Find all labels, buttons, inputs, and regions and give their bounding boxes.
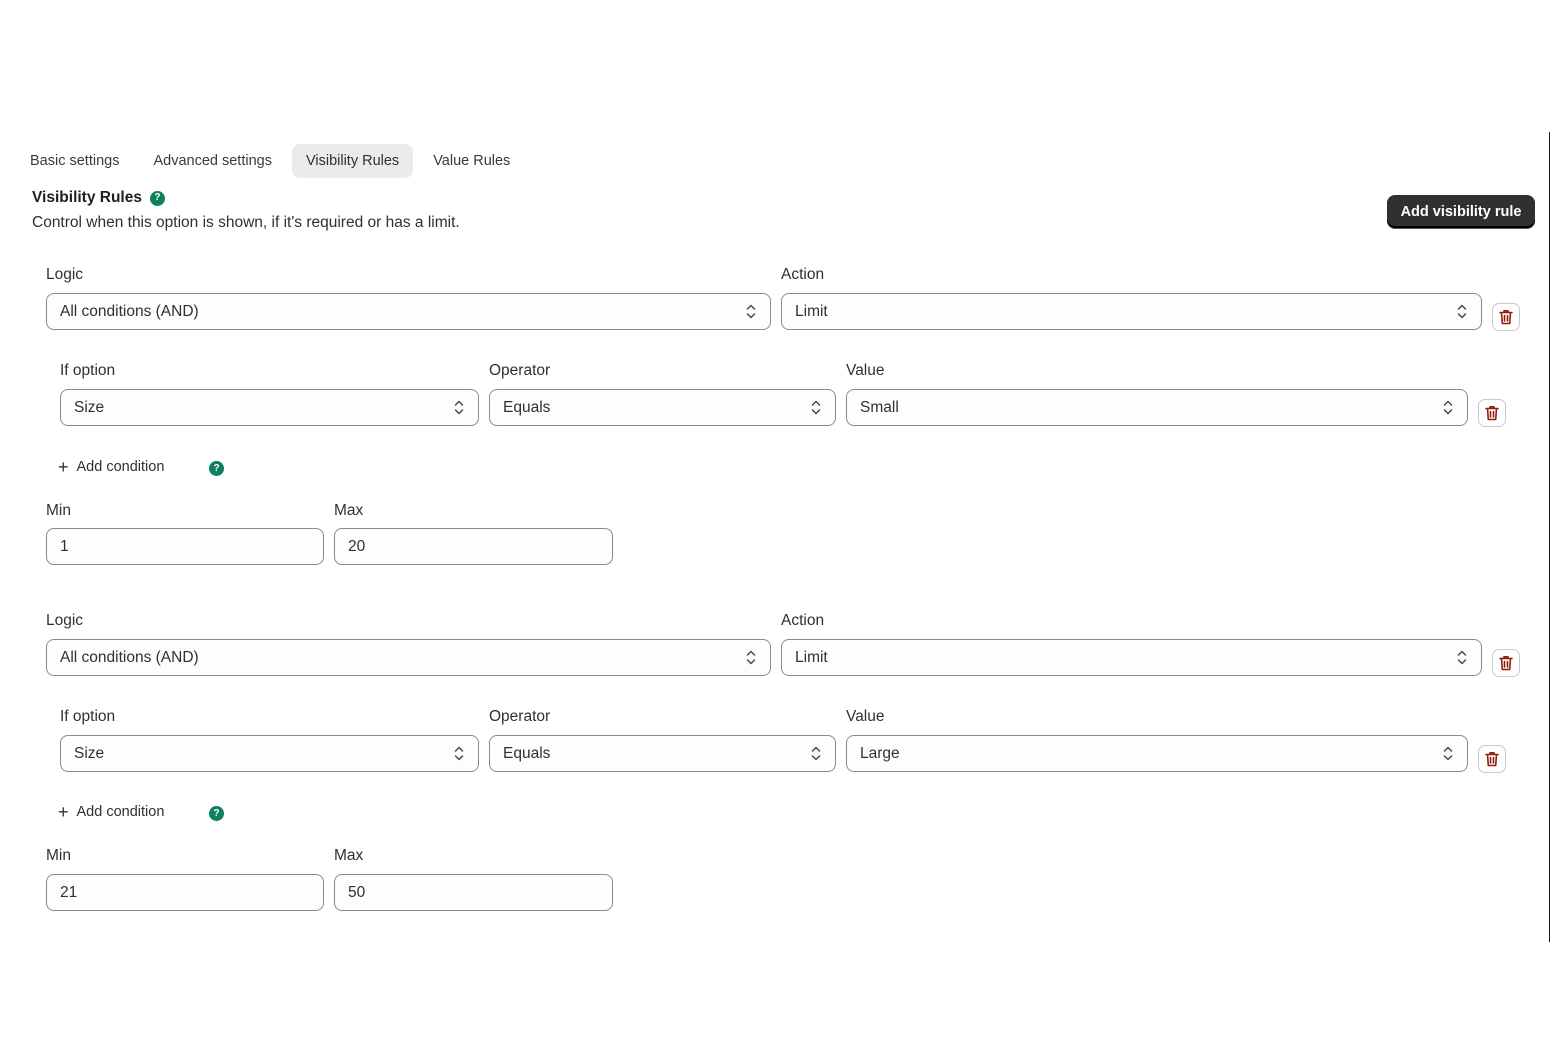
add-condition-label: Add condition: [76, 459, 165, 475]
max-input-value: 20: [348, 537, 366, 555]
action-select-value: Limit: [795, 648, 828, 666]
value-select[interactable]: Small: [846, 389, 1468, 426]
visibility-rule-2: Logic Action All conditions (AND) Limit …: [0, 609, 1555, 911]
delete-condition-button[interactable]: [1478, 399, 1506, 427]
chevron-up-down-icon: [1457, 650, 1467, 665]
delete-condition-button[interactable]: [1478, 745, 1506, 773]
min-input[interactable]: 21: [46, 874, 324, 911]
section-title: Visibility Rules: [32, 189, 142, 206]
if-option-value: Size: [74, 744, 105, 762]
action-select-value: Limit: [795, 302, 828, 320]
chevron-up-down-icon: [746, 304, 756, 319]
value-select-value: Large: [860, 744, 900, 762]
chevron-up-down-icon: [454, 400, 464, 415]
max-input-value: 50: [348, 883, 366, 901]
logic-select[interactable]: All conditions (AND): [46, 639, 771, 676]
trash-icon: [1485, 752, 1499, 767]
if-option-label: If option: [60, 708, 116, 725]
operator-select[interactable]: Equals: [489, 735, 836, 772]
chevron-up-down-icon: [1457, 304, 1467, 319]
min-input[interactable]: 1: [46, 528, 324, 565]
max-input[interactable]: 20: [334, 528, 613, 565]
chevron-up-down-icon: [811, 400, 821, 415]
value-label: Value: [846, 708, 885, 725]
tab-visibility-rules[interactable]: Visibility Rules: [291, 144, 414, 178]
trash-icon: [1499, 656, 1513, 671]
plus-icon: +: [58, 802, 69, 822]
logic-select-value: All conditions (AND): [60, 648, 199, 666]
chevron-up-down-icon: [811, 746, 821, 761]
section-header: Visibility Rules ? Control when this opt…: [32, 189, 460, 232]
if-option-value: Size: [74, 398, 105, 416]
operator-value: Equals: [503, 744, 551, 762]
add-condition-button[interactable]: + Add condition: [58, 803, 164, 821]
operator-value: Equals: [503, 398, 551, 416]
trash-icon: [1499, 310, 1513, 325]
max-label: Max: [334, 502, 364, 519]
action-label: Action: [781, 266, 825, 283]
action-select[interactable]: Limit: [781, 293, 1482, 330]
operator-label: Operator: [489, 708, 551, 725]
chevron-up-down-icon: [1443, 746, 1453, 761]
if-option-select[interactable]: Size: [60, 389, 479, 426]
action-label: Action: [781, 612, 825, 629]
delete-rule-button[interactable]: [1492, 649, 1520, 677]
operator-label: Operator: [489, 362, 551, 379]
settings-tabs: Basic settings Advanced settings Visibil…: [16, 144, 524, 178]
min-label: Min: [46, 502, 71, 519]
if-option-label: If option: [60, 362, 116, 379]
max-label: Max: [334, 847, 364, 864]
add-visibility-rule-button[interactable]: Add visibility rule: [1387, 195, 1535, 228]
value-select[interactable]: Large: [846, 735, 1468, 772]
chevron-up-down-icon: [454, 746, 464, 761]
tab-value-rules[interactable]: Value Rules: [419, 144, 524, 178]
operator-select[interactable]: Equals: [489, 389, 836, 426]
delete-rule-button[interactable]: [1492, 303, 1520, 331]
plus-icon: +: [58, 457, 69, 477]
tab-advanced-settings[interactable]: Advanced settings: [139, 144, 286, 178]
min-label: Min: [46, 847, 71, 864]
help-icon[interactable]: ?: [209, 461, 224, 476]
logic-label: Logic: [46, 266, 84, 283]
section-description: Control when this option is shown, if it…: [32, 214, 460, 231]
tab-basic-settings[interactable]: Basic settings: [16, 144, 133, 178]
chevron-up-down-icon: [746, 650, 756, 665]
logic-label: Logic: [46, 612, 84, 629]
value-select-value: Small: [860, 398, 899, 416]
visibility-rule-1: Logic Action All conditions (AND) Limit …: [0, 263, 1555, 565]
logic-select-value: All conditions (AND): [60, 302, 199, 320]
add-condition-button[interactable]: + Add condition: [58, 458, 164, 476]
logic-select[interactable]: All conditions (AND): [46, 293, 771, 330]
min-input-value: 21: [60, 883, 78, 901]
value-label: Value: [846, 362, 885, 379]
chevron-up-down-icon: [1443, 400, 1453, 415]
max-input[interactable]: 50: [334, 874, 613, 911]
if-option-select[interactable]: Size: [60, 735, 479, 772]
help-icon[interactable]: ?: [209, 806, 224, 821]
add-condition-label: Add condition: [76, 804, 165, 820]
help-icon[interactable]: ?: [149, 190, 165, 206]
trash-icon: [1485, 406, 1499, 421]
min-input-value: 1: [60, 537, 69, 555]
action-select[interactable]: Limit: [781, 639, 1482, 676]
